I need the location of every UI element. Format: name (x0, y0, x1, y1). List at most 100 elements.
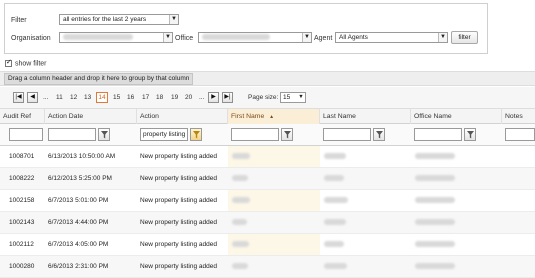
action-date-cell: 6/13/2013 10:50:00 AM (48, 153, 116, 160)
date-range-select[interactable]: all entries for the last 2 years ▼ (59, 14, 179, 25)
redacted-text (324, 241, 344, 248)
page-link[interactable]: 19 (171, 94, 178, 101)
redacted-text (232, 219, 247, 226)
checkbox-checked-icon[interactable] (5, 58, 12, 67)
notes-cell (502, 146, 535, 168)
action-date-filter-input[interactable] (48, 128, 96, 141)
agent-select[interactable]: All Agents ▼ (335, 32, 448, 43)
filter-button[interactable]: filter (451, 31, 478, 44)
audit-ref-cell: 1008701 (9, 153, 35, 160)
last-name-cell-redacted (320, 146, 411, 168)
action-date-cell: 6/12/2013 5:25:00 PM (48, 175, 112, 182)
action-date-cell: 6/7/2013 4:44:00 PM (48, 219, 109, 226)
first-name-cell-redacted (228, 256, 319, 278)
action-date-cell: 6/7/2013 5:01:00 PM (48, 197, 109, 204)
action-cell: New property listing added (140, 153, 217, 160)
column-header-first-name[interactable]: First Name ▲ (228, 109, 320, 124)
office-select[interactable]: ▼ (198, 32, 312, 43)
last-name-cell-redacted (320, 212, 411, 234)
last-page-icon[interactable]: ▶| (222, 92, 233, 103)
first-page-icon[interactable]: |◀ (13, 92, 24, 103)
column-header-action-date[interactable]: Action Date (45, 109, 137, 124)
redacted-text (415, 197, 455, 204)
first-name-header-label: First Name (231, 113, 265, 120)
show-filter-label: show filter (15, 60, 47, 68)
table-row[interactable]: 1008701 6/13/2013 10:50:00 AM New property… (0, 146, 535, 168)
group-panel[interactable]: Drag a column header and drop it here to… (0, 71, 535, 86)
first-name-cell-redacted (228, 146, 319, 168)
notes-cell (502, 256, 535, 278)
filter-icon[interactable] (281, 128, 293, 141)
redacted-text (324, 175, 344, 182)
audit-ref-cell: 1008222 (9, 175, 35, 182)
page-link[interactable]: 12 (70, 94, 77, 101)
last-name-cell-redacted (320, 234, 411, 256)
page-link[interactable]: 13 (84, 94, 91, 101)
pager-ellipsis-left[interactable]: ... (43, 94, 48, 101)
column-header-audit-ref[interactable]: Audit Ref (0, 109, 45, 124)
page-link[interactable]: 17 (142, 94, 149, 101)
office-name-cell-redacted (411, 256, 502, 278)
table-row[interactable]: 1002112 6/7/2013 4:05:00 PM New property l… (0, 234, 535, 256)
audit-ref-cell: 1002143 (9, 219, 35, 226)
first-name-cell-redacted (228, 212, 319, 234)
last-name-cell-redacted (320, 256, 411, 278)
action-cell: New property listing added (140, 219, 217, 226)
redacted-text (324, 263, 347, 270)
page-link[interactable]: 20 (185, 94, 192, 101)
first-name-filter-input[interactable] (231, 128, 279, 141)
office-name-cell-redacted (411, 146, 502, 168)
filter-row: property listing (0, 124, 535, 146)
table-row[interactable]: 1000280 6/6/2013 2:31:00 PM New property l… (0, 256, 535, 278)
organisation-value-redacted (63, 34, 133, 41)
action-date-cell: 6/6/2013 2:31:00 PM (48, 263, 109, 270)
audit-ref-cell: 1002158 (9, 197, 35, 204)
pager: |◀ ◀ ... 11 12 13 14 15 16 17 18 19 20 .… (0, 87, 535, 109)
redacted-text (415, 263, 455, 270)
action-cell: New property listing added (140, 241, 217, 248)
pager-ellipsis-right[interactable]: ... (199, 94, 204, 101)
page-link[interactable]: 16 (127, 94, 134, 101)
organisation-select[interactable]: ▼ (59, 32, 173, 43)
audit-ref-filter-input[interactable] (9, 128, 43, 141)
show-filter-toggle[interactable]: show filter (5, 58, 47, 68)
column-header-last-name[interactable]: Last Name (320, 109, 411, 124)
page-size-select[interactable]: 15 ▼ (280, 92, 306, 103)
column-header-notes[interactable]: Notes (502, 109, 535, 124)
notes-cell (502, 190, 535, 212)
column-header-action[interactable]: Action (137, 109, 228, 124)
redacted-text (415, 153, 455, 160)
table-row[interactable]: 1002143 6/7/2013 4:44:00 PM New property l… (0, 212, 535, 234)
redacted-text (415, 175, 455, 182)
redacted-text (232, 241, 249, 248)
prev-page-icon[interactable]: ◀ (27, 92, 38, 103)
filter-icon[interactable] (98, 128, 110, 141)
notes-filter-input[interactable] (505, 128, 535, 141)
action-filter-input[interactable]: property listing (140, 128, 188, 141)
redacted-text (324, 219, 346, 226)
redacted-text (232, 175, 248, 182)
last-name-filter-input[interactable] (323, 128, 371, 141)
next-page-icon[interactable]: ▶ (208, 92, 219, 103)
action-date-cell: 6/7/2013 4:05:00 PM (48, 241, 109, 248)
office-name-cell-redacted (411, 190, 502, 212)
audit-ref-cell: 1002112 (9, 241, 34, 248)
page-link[interactable]: 15 (113, 94, 120, 101)
page-link[interactable]: 18 (156, 94, 163, 101)
first-name-cell-redacted (228, 168, 319, 190)
group-hint: Drag a column header and drop it here to… (4, 73, 194, 85)
page-link[interactable]: 11 (56, 94, 63, 101)
table-row[interactable]: 1002158 6/7/2013 5:01:00 PM New property l… (0, 190, 535, 212)
filter-active-icon[interactable] (190, 128, 202, 141)
filter-icon[interactable] (464, 128, 476, 141)
audit-ref-cell: 1000280 (9, 263, 35, 270)
filter-label: Filter (11, 17, 27, 24)
filter-icon[interactable] (373, 128, 385, 141)
office-name-filter-input[interactable] (414, 128, 462, 141)
action-cell: New property listing added (140, 175, 217, 182)
page-link-current[interactable]: 14 (96, 92, 108, 103)
office-name-cell-redacted (411, 168, 502, 190)
notes-cell (502, 168, 535, 190)
table-row[interactable]: 1008222 6/12/2013 5:25:00 PM New property … (0, 168, 535, 190)
column-header-office-name[interactable]: Office Name (411, 109, 502, 124)
